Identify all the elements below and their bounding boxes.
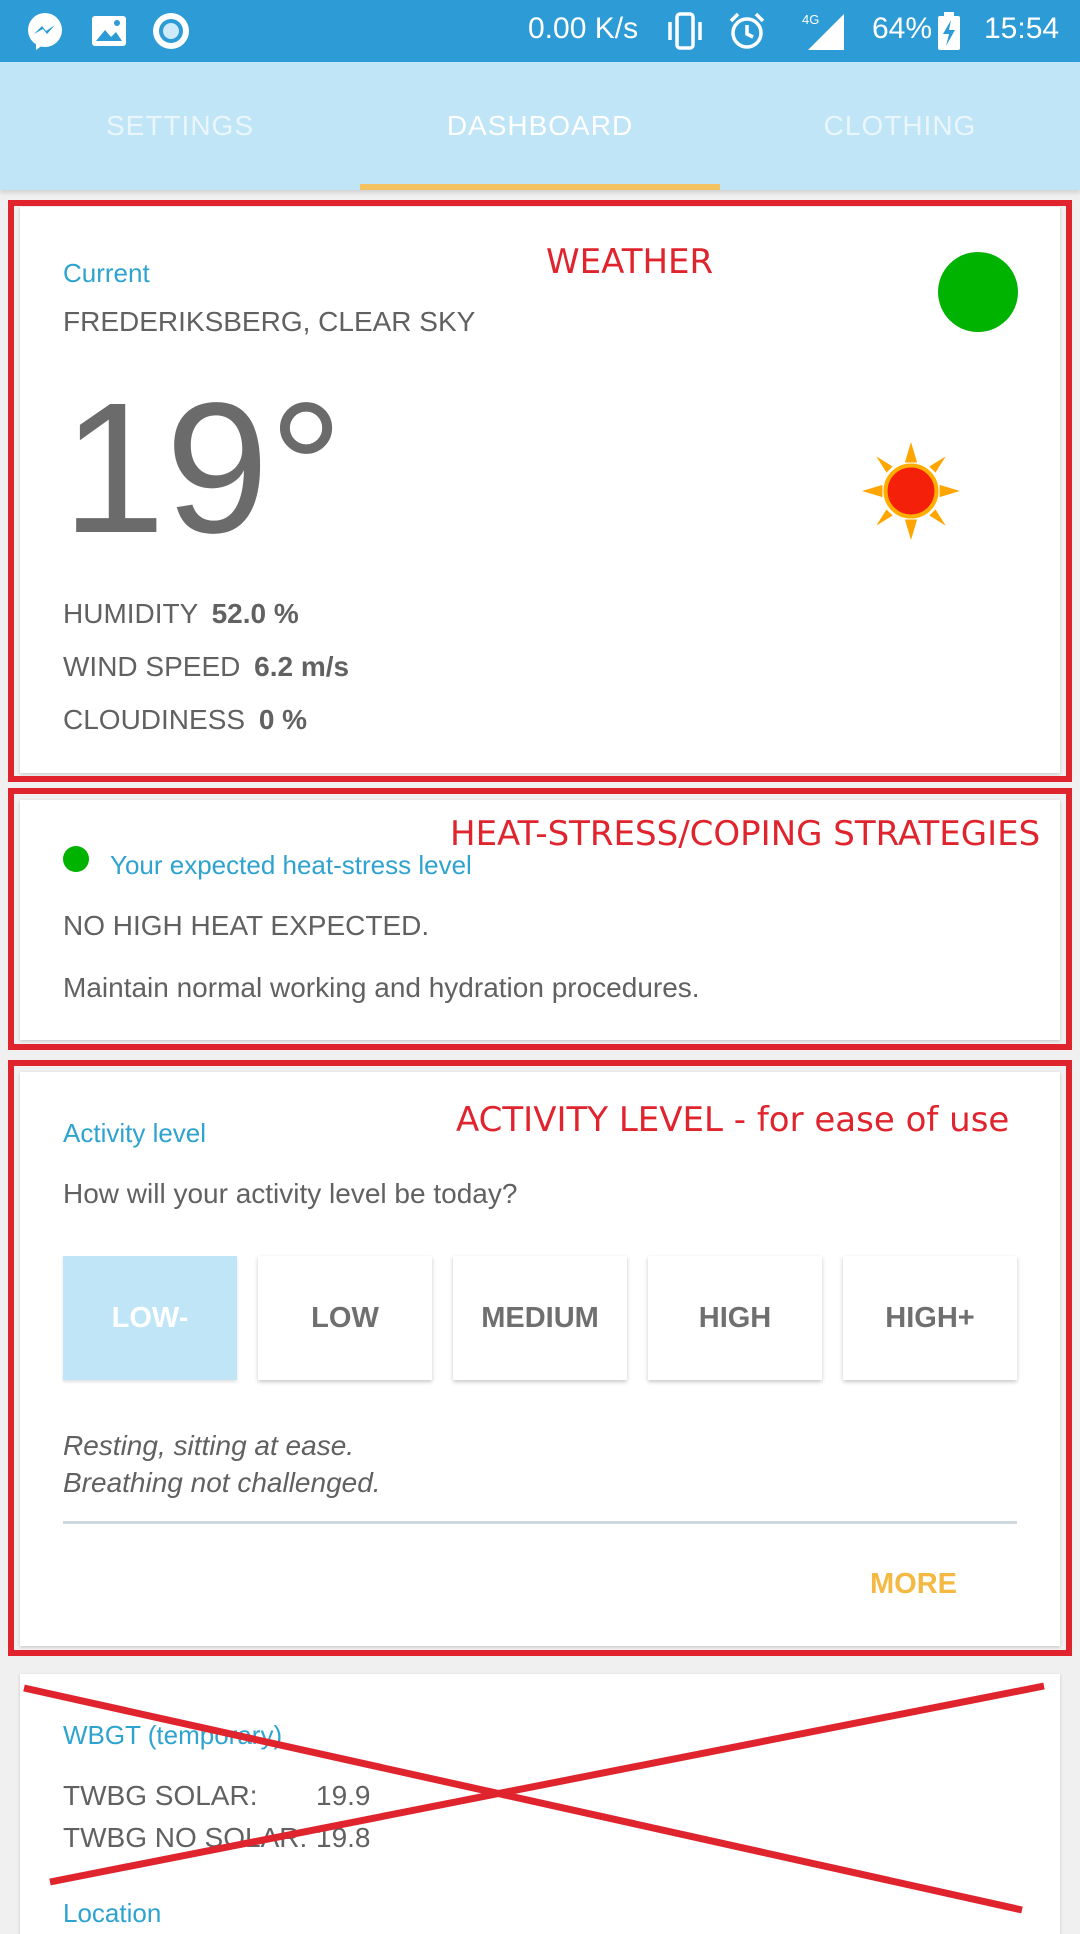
weather-status-dot [938,252,1018,332]
activity-option-low[interactable]: LOW [258,1256,432,1380]
location-condition: FREDERIKSBERG, CLEAR SKY [63,306,476,337]
activity-description-line2: Breathing not challenged. [63,1467,381,1498]
temperature: 19° [62,365,344,572]
humidity-label: HUMIDITY [63,598,198,629]
activity-description-line1: Resting, sitting at ease. [63,1430,355,1461]
alarm-icon [729,12,765,49]
activity-option-high[interactable]: HIGH [648,1256,822,1380]
wind-row: WIND SPEED 6.2 m/s [63,651,349,683]
activity-option-medium[interactable]: MEDIUM [453,1256,627,1380]
activity-option-high-plus[interactable]: HIGH+ [843,1256,1017,1380]
network-speed: 0.00 K/s [528,12,639,45]
activity-option-low-minus[interactable]: LOW- [63,1256,237,1380]
status-bar: 0.00 K/s 4G 64% 15:54 [0,0,1080,62]
tab-bar: SETTINGS DASHBOARD CLOTHING [0,62,1080,190]
clock: 15:54 [984,12,1060,45]
more-button[interactable]: MORE [870,1568,957,1601]
signal-icon: 4G [802,12,844,50]
humidity-value: 52.0 % [211,598,299,629]
tab-clothing[interactable]: CLOTHING [720,62,1080,190]
wind-label: WIND SPEED [63,651,241,682]
vibrate-icon [668,12,702,50]
app-circle-icon [153,13,189,49]
activity-annotation: ACTIVITY LEVEL - for ease of use [456,1100,1010,1140]
cross-out-mark [23,1682,1045,1914]
heat-stress-annotation: HEAT-STRESS/COPING STRATEGIES [450,814,1041,854]
sun-icon [862,442,960,540]
humidity-row: HUMIDITY 52.0 % [63,598,299,630]
activity-question: How will your activity level be today? [63,1178,518,1209]
weather-section-label: Current [63,258,150,288]
messenger-icon [28,13,62,50]
weather-annotation: WEATHER [546,242,714,282]
heat-stress-section-label: Your expected heat-stress level [110,850,472,880]
heat-stress-level-dot [63,846,89,872]
battery-percent: 64% [872,12,933,45]
heat-stress-advice: Maintain normal working and hydration pr… [63,972,700,1003]
gallery-icon [92,16,126,46]
cloudiness-label: CLOUDINESS [63,704,246,735]
active-tab-indicator [360,184,720,190]
wind-value: 6.2 m/s [254,651,350,682]
heat-stress-headline: NO HIGH HEAT EXPECTED. [63,910,430,941]
activity-divider [63,1521,1017,1524]
cloudiness-value: 0 % [258,704,308,735]
battery-charging-icon [938,12,960,50]
tab-dashboard[interactable]: DASHBOARD [360,62,720,190]
activity-section-label: Activity level [63,1118,207,1148]
cloudiness-row: CLOUDINESS 0 % [63,704,307,736]
network-type: 4G [802,12,819,27]
tab-settings[interactable]: SETTINGS [0,62,360,190]
